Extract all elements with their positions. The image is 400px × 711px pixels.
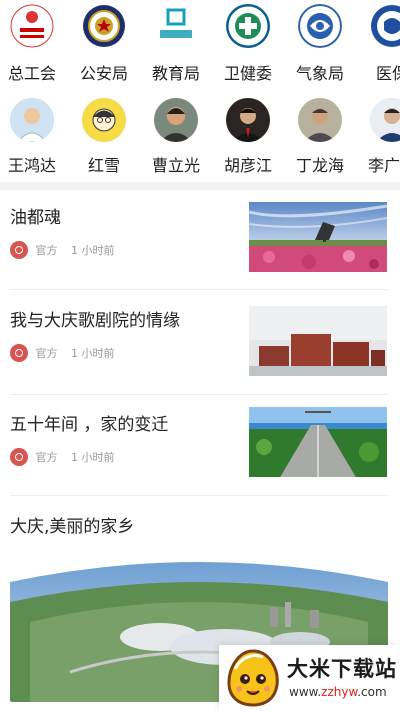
article-time: 1 小时前 bbox=[71, 347, 115, 360]
education-logo-icon bbox=[154, 4, 198, 48]
article-source: 官方 bbox=[35, 347, 58, 360]
watermark-url-suffix: .com bbox=[357, 685, 387, 699]
article-thumbnail[interactable] bbox=[249, 306, 387, 376]
article-source: 官方 bbox=[35, 451, 58, 464]
section-divider bbox=[0, 182, 400, 190]
article-time: 1 小时前 bbox=[71, 451, 115, 464]
site-watermark: 大米下载站 www.zzhyw.com bbox=[219, 645, 400, 711]
article-title: 五十年间 ，家的变迁 bbox=[10, 415, 169, 435]
organization-row: 总工会 公安局 教育局 卫健委 气象局 医保 bbox=[0, 0, 400, 88]
article-time: 1 小时前 bbox=[71, 244, 115, 257]
article-thumbnail[interactable] bbox=[249, 407, 387, 477]
org-label: 医保 bbox=[375, 64, 400, 83]
article-meta: 官方 1 小时前 bbox=[10, 344, 115, 362]
article-thumbnail[interactable] bbox=[249, 202, 387, 272]
article-title: 油都魂 bbox=[10, 208, 61, 228]
source-logo-icon bbox=[10, 344, 28, 362]
source-logo-icon bbox=[10, 241, 28, 259]
avatar bbox=[226, 98, 270, 142]
medical-insurance-icon bbox=[370, 4, 400, 48]
mascot-logo-icon bbox=[225, 649, 281, 707]
watermark-url-accent: zzhyw bbox=[321, 685, 358, 699]
article-source: 官方 bbox=[35, 244, 58, 257]
police-badge-icon bbox=[82, 4, 126, 48]
person-name: 李广生 bbox=[367, 156, 400, 175]
featured-title: 大庆,美丽的家乡 bbox=[10, 517, 135, 537]
list-divider bbox=[10, 289, 388, 290]
avatar bbox=[82, 98, 126, 142]
watermark-url: www.zzhyw.com bbox=[289, 685, 387, 699]
article-meta: 官方 1 小时前 bbox=[10, 448, 115, 466]
list-divider bbox=[10, 495, 388, 496]
article-title: 我与大庆歌剧院的情缘 bbox=[10, 311, 180, 331]
union-logo-icon bbox=[10, 4, 54, 48]
weather-bureau-icon bbox=[298, 4, 342, 48]
source-logo-icon bbox=[10, 448, 28, 466]
avatar bbox=[154, 98, 198, 142]
article-meta: 官方 1 小时前 bbox=[10, 241, 115, 259]
watermark-url-prefix: www. bbox=[289, 685, 322, 699]
health-commission-icon bbox=[226, 4, 270, 48]
avatar bbox=[10, 98, 54, 142]
watermark-title: 大米下载站 bbox=[287, 657, 397, 681]
avatar bbox=[298, 98, 342, 142]
columnist-row: 王鸿达 红雪 曹立光 胡彦江 丁龙海 李广 bbox=[0, 88, 400, 180]
avatar bbox=[370, 98, 400, 142]
list-divider bbox=[10, 394, 388, 395]
